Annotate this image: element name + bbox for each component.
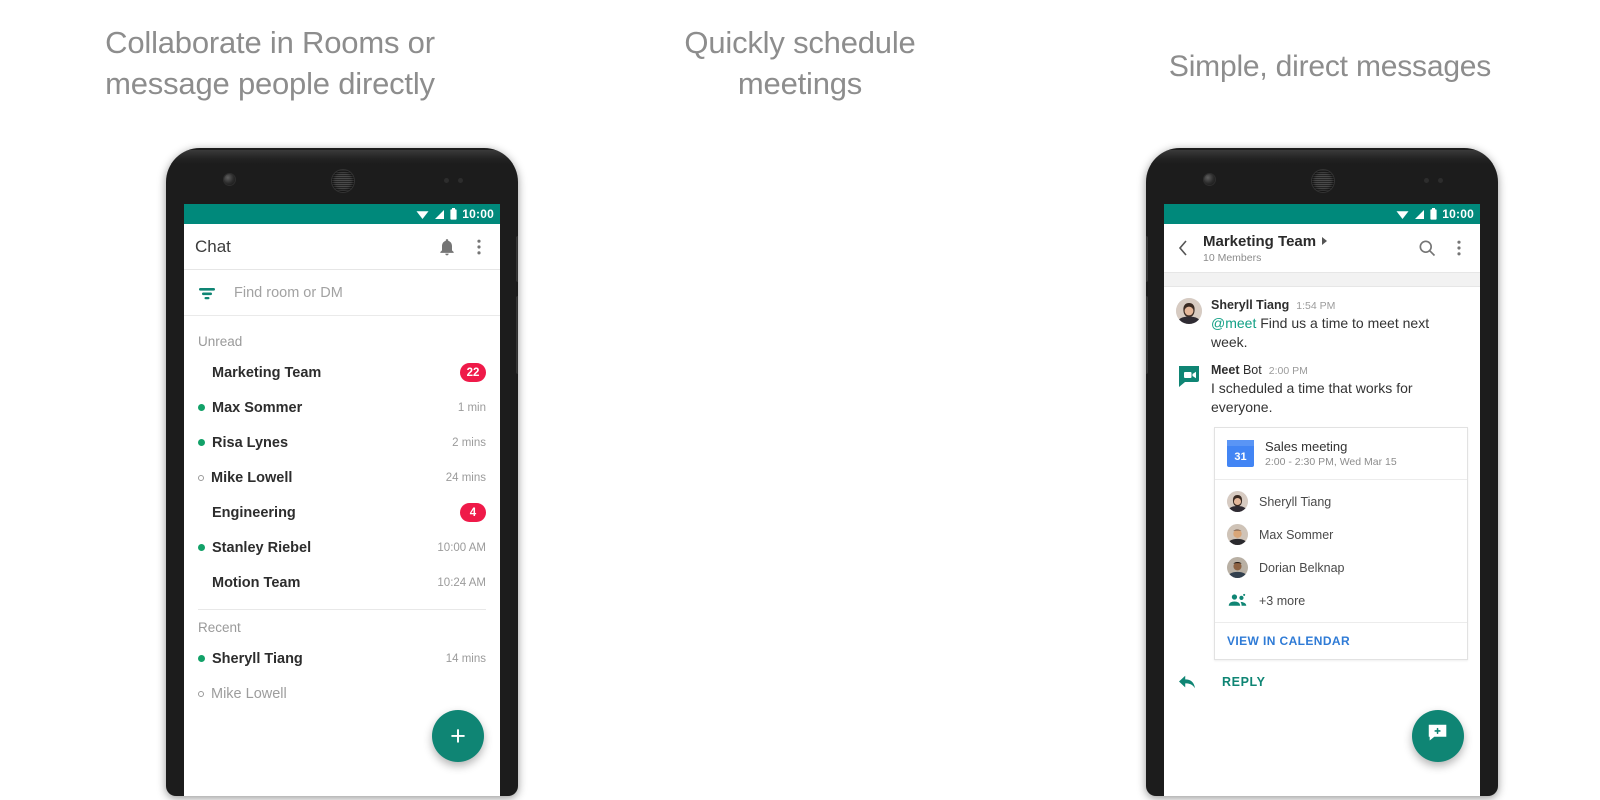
filter-icon[interactable] (198, 286, 216, 300)
presence-indicator (198, 439, 205, 446)
conversation-name: Mike Lowell (211, 685, 287, 702)
presence-indicator (198, 369, 205, 376)
earpiece-speaker-icon (332, 170, 354, 192)
panel-schedule: Quickly schedule meetings 10:00 Marketin… (540, 0, 1498, 800)
section-label-unread: Unread (198, 334, 243, 349)
list-item[interactable]: Sheryll Tiang 14 mins (184, 641, 500, 676)
sensor-icon (458, 178, 463, 183)
presence-indicator (198, 655, 205, 662)
phone-mockup-1: 10:00 Chat Find room or DM Unread Market… (166, 148, 518, 796)
volume-button[interactable] (516, 296, 518, 374)
compose-fab[interactable]: + (432, 710, 484, 762)
presence-indicator (198, 579, 205, 586)
timestamp: 2 mins (452, 436, 486, 449)
presence-indicator (198, 474, 204, 481)
list-item[interactable]: Motion Team 10:24 AM (184, 565, 500, 600)
search-bar[interactable]: Find room or DM (184, 270, 500, 316)
list-item[interactable]: Mike Lowell 24 mins (184, 460, 500, 495)
signal-icon (434, 209, 445, 220)
panel-headline-2: Quickly schedule meetings (684, 25, 916, 101)
status-bar-time: 10:00 (462, 207, 494, 221)
conversation-name: Risa Lynes (212, 434, 289, 451)
conversation-name: Marketing Team (212, 364, 322, 381)
section-label-recent: Recent (198, 620, 241, 635)
unread-badge: 22 (460, 363, 486, 382)
timestamp: 10:00 AM (437, 541, 486, 554)
panel-chat-list: Collaborate in Rooms or message people d… (0, 0, 540, 800)
panel-headline-1: Collaborate in Rooms or message people d… (105, 25, 435, 101)
conversation-name: Sheryll Tiang (212, 650, 303, 667)
phone-bezel (166, 148, 518, 204)
app-bar: Chat (184, 224, 500, 270)
presence-indicator (198, 509, 205, 516)
wifi-icon (416, 209, 429, 220)
presence-indicator (198, 690, 204, 697)
presence-indicator (198, 404, 205, 411)
list-item[interactable]: Mike Lowell (184, 676, 500, 711)
search-input[interactable]: Find room or DM (234, 285, 343, 301)
list-item[interactable]: Engineering 4 (184, 495, 500, 530)
list-item[interactable]: Risa Lynes 2 mins (184, 425, 500, 460)
conversation-name: Max Sommer (212, 399, 303, 416)
phone-screen-1: 10:00 Chat Find room or DM Unread Market… (184, 204, 500, 796)
panel-direct-messages: Simple, direct messages (1060, 0, 1600, 800)
conversation-name: Stanley Riebel (212, 539, 312, 556)
conversation-list: Unread Marketing Team 22 Max Sommer 1 mi… (184, 316, 500, 711)
timestamp: 24 mins (445, 471, 486, 484)
timestamp: 1 min (457, 401, 486, 414)
promo-screenshot: Collaborate in Rooms or message people d… (0, 0, 1600, 800)
timestamp: 10:24 AM (437, 576, 486, 589)
list-item[interactable]: Stanley Riebel 10:00 AM (184, 530, 500, 565)
battery-icon (450, 208, 457, 220)
timestamp: 14 mins (445, 652, 486, 665)
more-vert-icon[interactable] (469, 237, 489, 257)
unread-badge: 4 (460, 503, 486, 522)
presence-indicator (198, 544, 205, 551)
list-item[interactable]: Marketing Team 22 (184, 355, 500, 390)
list-item[interactable]: Max Sommer 1 min (184, 390, 500, 425)
sensor-icon (444, 178, 449, 183)
conversation-name: Mike Lowell (211, 469, 293, 486)
plus-icon: + (450, 720, 466, 751)
bell-icon[interactable] (437, 237, 457, 257)
conversation-name: Engineering (212, 504, 296, 521)
panel-headline-3: Simple, direct messages (1168, 50, 1492, 83)
front-camera-icon (224, 174, 235, 185)
conversation-name: Motion Team (212, 574, 301, 591)
page-title: Chat (195, 236, 231, 256)
power-button[interactable] (516, 236, 518, 282)
status-bar: 10:00 (184, 204, 500, 224)
